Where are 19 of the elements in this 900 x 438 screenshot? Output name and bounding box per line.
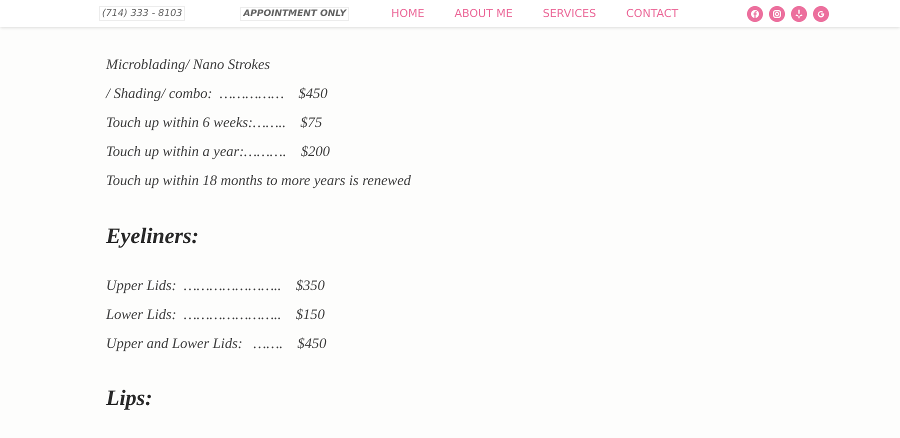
instagram-icon[interactable]: [769, 6, 786, 22]
price-line: Touch up within 18 months to more years is renewed: [106, 172, 412, 190]
nav-link[interactable]: SERVICES: [542, 7, 596, 20]
price-line: Microblading/ Nano Strokes: [106, 56, 272, 74]
price-line: Upper Lids: ………………….. $350: [106, 276, 326, 295]
price-line: / Shading/ combo: …………… $450: [106, 85, 329, 104]
nav-link[interactable]: ABOUT ME: [454, 7, 513, 20]
section-heading: Lips:: [106, 384, 154, 412]
price-line: Touch up within a year:………. $200: [106, 143, 331, 162]
price-line: Lower Lids: ………………….. $150: [106, 306, 326, 324]
google-icon[interactable]: [813, 6, 830, 22]
facebook-icon[interactable]: [747, 6, 764, 22]
appointment-note: APPOINTMENT ONLY: [240, 6, 350, 20]
phone-number: (714) 333 - 8103: [99, 6, 186, 21]
section-heading: Eyeliners:: [106, 222, 200, 250]
price-line: Upper and Lower Lids: ……. $450: [106, 334, 328, 353]
nav-link[interactable]: HOME: [391, 7, 424, 20]
price-line: Touch up within 6 weeks:…….. $75: [106, 114, 324, 132]
nav-link[interactable]: CONTACT: [626, 7, 678, 20]
